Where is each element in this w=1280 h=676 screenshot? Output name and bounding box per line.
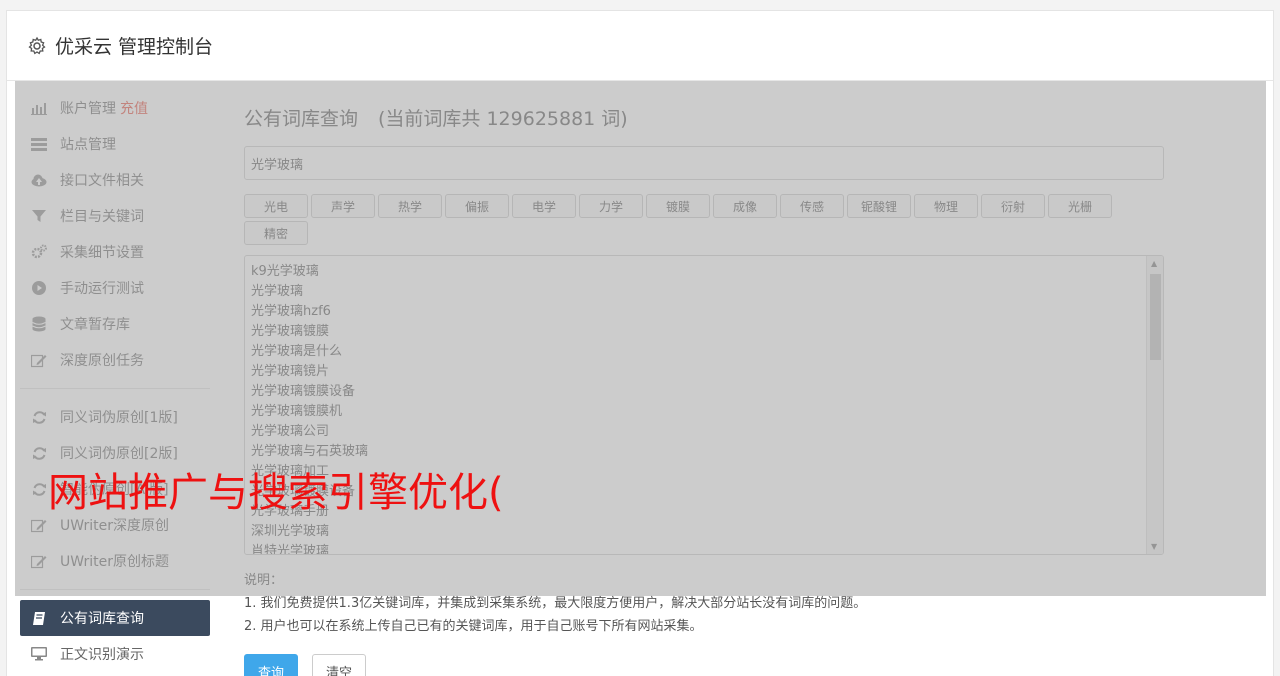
note-line: 1. 我们免费提供1.3亿关键词库，并集成到采集系统，最大限度方便用户，解决大部… xyxy=(244,596,867,611)
tag-button[interactable]: 电学 xyxy=(512,194,576,218)
lexicon-count: (当前词库共 129625881 词) xyxy=(378,108,628,130)
main-content: 公有词库查询 (当前词库共 129625881 词) 光电 声学 热学 偏振 电学… xyxy=(244,90,1164,676)
list-item[interactable]: 深圳光学玻璃 xyxy=(251,522,1163,542)
clear-button[interactable]: 清空 xyxy=(312,654,366,676)
list-item[interactable]: 光学玻璃镀膜 xyxy=(251,322,1163,342)
sidebar-item-label: UWriter原创标题 xyxy=(60,554,169,570)
sidebar-item-uwriter-title[interactable]: UWriter原创标题 xyxy=(20,543,210,579)
query-button[interactable]: 查询 xyxy=(244,654,298,676)
sidebar-item-label: 同义词伪原创[1版] xyxy=(60,410,178,426)
list-item[interactable]: 光学玻璃镀膜设备 xyxy=(251,382,1163,402)
play-circle-icon xyxy=(31,280,47,296)
book-icon xyxy=(31,610,47,626)
list-item[interactable]: 光学玻璃镀膜机 xyxy=(251,402,1163,422)
list-item[interactable]: 光学玻璃与石英玻璃 xyxy=(251,442,1163,462)
sidebar-item-label: 正文识别演示 xyxy=(60,647,144,663)
tag-button[interactable]: 力学 xyxy=(579,194,643,218)
scrollbar-thumb[interactable] xyxy=(1150,274,1161,360)
notes-section: 说明： 1. 我们免费提供1.3亿关键词库，并集成到采集系统，最大限度方便用户，… xyxy=(244,569,1164,638)
tag-button[interactable]: 热学 xyxy=(378,194,442,218)
sidebar-item-label: 手动运行测试 xyxy=(60,281,144,297)
tag-button[interactable]: 镀膜 xyxy=(646,194,710,218)
sidebar-item-label: 公有词库查询 xyxy=(60,611,144,627)
list-item[interactable]: 光学玻璃hzf6 xyxy=(251,302,1163,322)
sidebar-divider xyxy=(20,589,210,590)
notes-title: 说明： xyxy=(244,573,284,588)
action-buttons: 查询 清空 xyxy=(244,654,1164,676)
app-title: 优采云 管理控制台 xyxy=(55,36,214,58)
sidebar-item-collect-settings[interactable]: 采集细节设置 xyxy=(20,234,210,270)
keyword-search-input[interactable] xyxy=(244,146,1164,180)
sidebar-item-label: 文章暂存库 xyxy=(60,317,130,333)
results-scrollbar[interactable]: ▲ ▼ xyxy=(1146,256,1163,554)
sidebar-item-article-storage[interactable]: 文章暂存库 xyxy=(20,306,210,342)
tag-button[interactable]: 精密 xyxy=(244,221,308,245)
sidebar: 账户管理 充值 站点管理 接口文件相关 栏目与关键词 采集细节设置 手动运行测试… xyxy=(20,90,210,672)
tag-button[interactable]: 光电 xyxy=(244,194,308,218)
monitor-icon xyxy=(31,646,47,662)
sidebar-item-sites[interactable]: 站点管理 xyxy=(20,126,210,162)
sidebar-item-public-lexicon[interactable]: 公有词库查询 xyxy=(20,600,210,636)
tag-button[interactable]: 铌酸锂 xyxy=(847,194,911,218)
sidebar-item-label: UWriter深度原创 xyxy=(60,518,169,534)
bar-chart-icon xyxy=(31,100,47,116)
sidebar-item-label: 站点管理 xyxy=(60,137,116,153)
list-item[interactable]: 肖特光学玻璃 xyxy=(251,542,1163,554)
page-title-text: 公有词库查询 xyxy=(244,108,359,130)
refresh-icon xyxy=(31,409,47,425)
list-item[interactable]: k9光学玻璃 xyxy=(251,262,1163,282)
scroll-up-icon[interactable]: ▲ xyxy=(1151,259,1157,268)
tag-button[interactable]: 物理 xyxy=(914,194,978,218)
list-item[interactable]: 光学玻璃 xyxy=(251,282,1163,302)
list-item[interactable]: 光学玻璃镜片 xyxy=(251,362,1163,382)
page-title: 公有词库查询 (当前词库共 129625881 词) xyxy=(244,104,1164,130)
tag-button[interactable]: 成像 xyxy=(713,194,777,218)
scroll-down-icon[interactable]: ▼ xyxy=(1151,542,1157,551)
sidebar-item-deep-original[interactable]: 深度原创任务 xyxy=(20,342,210,378)
top-bar: 优采云 管理控制台 xyxy=(7,11,1273,81)
gears-icon xyxy=(31,244,47,260)
tag-button[interactable]: 衍射 xyxy=(981,194,1045,218)
refresh-icon xyxy=(31,445,47,461)
sidebar-item-interface[interactable]: 接口文件相关 xyxy=(20,162,210,198)
sidebar-item-columns-keywords[interactable]: 栏目与关键词 xyxy=(20,198,210,234)
sidebar-item-manual-run[interactable]: 手动运行测试 xyxy=(20,270,210,306)
sidebar-item-text-recognition[interactable]: 正文识别演示 xyxy=(20,636,210,672)
list-item[interactable]: 光学玻璃公司 xyxy=(251,422,1163,442)
server-icon xyxy=(31,136,47,152)
cloud-upload-icon xyxy=(31,172,47,188)
sidebar-item-label: 采集细节设置 xyxy=(60,245,144,261)
tag-button[interactable]: 声学 xyxy=(311,194,375,218)
edit-icon xyxy=(31,553,47,569)
filter-icon xyxy=(31,208,47,224)
sidebar-divider xyxy=(20,388,210,389)
category-tags: 光电 声学 热学 偏振 电学 力学 镀膜 成像 传感 铌酸锂 物理 衍射 光栅 … xyxy=(244,194,1164,245)
database-icon xyxy=(31,316,47,332)
edit-icon xyxy=(31,352,47,368)
sidebar-item-label: 深度原创任务 xyxy=(60,353,144,369)
sidebar-item-synonym-v1[interactable]: 同义词伪原创[1版] xyxy=(20,399,210,435)
recharge-link[interactable]: 充值 xyxy=(120,98,148,118)
note-line: 2. 用户也可以在系统上传自己已有的关键词库，用于自己账号下所有网站采集。 xyxy=(244,619,703,634)
sidebar-item-label: 账户管理 xyxy=(60,101,116,117)
tag-button[interactable]: 光栅 xyxy=(1048,194,1112,218)
tag-button[interactable]: 偏振 xyxy=(445,194,509,218)
sidebar-item-label: 接口文件相关 xyxy=(60,173,144,189)
edit-icon xyxy=(31,517,47,533)
tag-button[interactable]: 传感 xyxy=(780,194,844,218)
list-item[interactable]: 光学玻璃是什么 xyxy=(251,342,1163,362)
sidebar-item-account[interactable]: 账户管理 充值 xyxy=(20,90,210,126)
watermark-text: 网站推广与搜索引擎优化( xyxy=(48,470,504,516)
gear-icon xyxy=(28,36,46,54)
refresh-icon xyxy=(31,481,47,497)
sidebar-item-label: 栏目与关键词 xyxy=(60,209,144,225)
